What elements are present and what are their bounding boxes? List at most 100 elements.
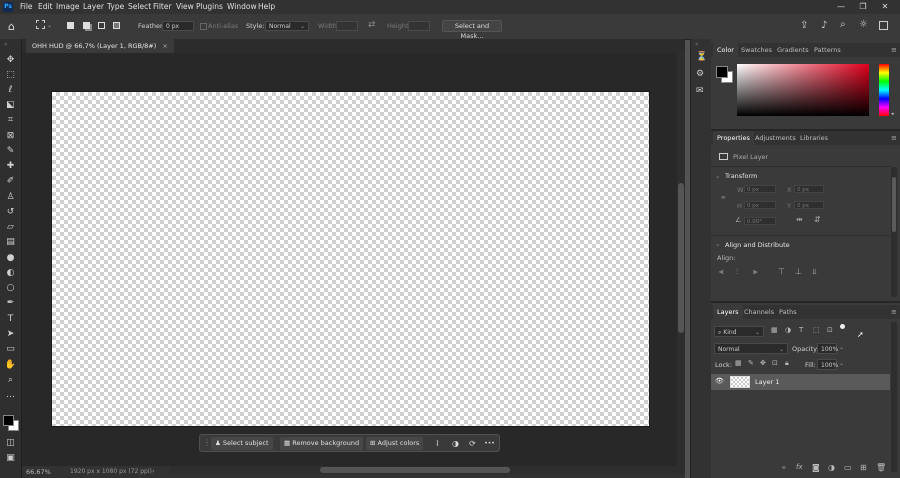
layers-scrollbar[interactable] — [891, 322, 897, 472]
properties-scroll-thumb[interactable] — [892, 177, 896, 232]
chevron-down-icon[interactable]: ⌄ — [715, 172, 720, 180]
maximize-button[interactable]: ❐ — [852, 0, 874, 14]
comments-icon[interactable]: ✉ — [696, 86, 704, 96]
vertical-scrollbar[interactable] — [677, 53, 685, 466]
close-tab-icon[interactable]: × — [162, 42, 167, 50]
select-and-mask-button[interactable]: Select and Mask... — [442, 20, 502, 40]
horizontal-scrollbar[interactable] — [170, 466, 685, 474]
link-layers-icon[interactable]: ⚭ — [781, 464, 787, 472]
select-subject-button[interactable]: ♟ Select subject — [211, 437, 273, 450]
width-input[interactable] — [336, 21, 358, 31]
zoom-icon[interactable]: ⌕ — [3, 374, 18, 386]
align-bottom-icon[interactable]: ⫫ — [812, 267, 817, 277]
lock-pixels-icon[interactable]: ✎ — [748, 359, 754, 367]
collapse-icon[interactable]: » — [4, 41, 8, 48]
discover-icon[interactable]: ☼ — [859, 19, 868, 30]
workspace-icon[interactable] — [879, 21, 888, 30]
tab-color[interactable]: Color — [713, 43, 738, 57]
type-icon[interactable]: T — [3, 313, 18, 325]
align-right-icon[interactable]: ⫸ — [753, 267, 758, 277]
menu-filter[interactable]: Filter — [153, 0, 172, 14]
subtract-selection-icon[interactable] — [98, 22, 105, 29]
crop-icon[interactable]: ⌗ — [3, 114, 18, 126]
rect-marquee-icon[interactable] — [36, 20, 45, 29]
lock-all-icon[interactable]: 🔒︎ — [785, 359, 789, 368]
transform-icon[interactable]: ⌇ — [431, 437, 444, 450]
height-field[interactable]: 0 px — [744, 201, 776, 209]
menu-help[interactable]: Help — [258, 0, 275, 14]
chevron-down-icon[interactable]: ⌄ — [839, 344, 844, 351]
new-selection-icon[interactable] — [67, 22, 74, 29]
lock-position-icon[interactable]: ✥ — [760, 359, 766, 367]
document-tab[interactable]: OHH HUD @ 66,7% (Layer 1, RGB/8#) × — [26, 39, 174, 53]
align-middle-icon[interactable]: ⊥ — [795, 267, 802, 276]
transform-section-title[interactable]: Transform — [725, 172, 757, 180]
layer-filter-select[interactable]: ⌕ Kind ⌄ — [714, 326, 764, 337]
horizontal-scroll-thumb[interactable] — [320, 467, 510, 473]
menu-window[interactable]: Window — [227, 0, 257, 14]
fill-input[interactable]: 100% — [817, 359, 838, 370]
tab-paths[interactable]: Paths — [779, 305, 797, 319]
hand-icon[interactable]: ✋ — [3, 359, 18, 371]
lock-transparency-icon[interactable]: ▦ — [735, 359, 742, 367]
stamp-icon[interactable]: ♙ — [3, 191, 18, 203]
tab-adjustments[interactable]: Adjustments — [755, 131, 796, 145]
angle-field[interactable]: 0.00° — [744, 217, 776, 225]
add-mask-icon[interactable]: ◙ — [812, 463, 820, 472]
intersect-selection-icon[interactable] — [113, 22, 120, 29]
status-menu-arrow[interactable]: › — [152, 467, 155, 475]
y-field[interactable]: 0 px — [794, 201, 824, 209]
link-icon[interactable]: ⚭ — [720, 193, 727, 202]
filter-type-icon[interactable]: T — [799, 326, 803, 334]
panel-menu-icon[interactable]: ≡ — [891, 134, 897, 142]
chevron-down-icon[interactable]: ⌄ — [47, 22, 52, 29]
align-left-icon[interactable]: ⫷ — [719, 267, 724, 277]
blur-icon[interactable]: ● — [3, 252, 18, 264]
eye-icon[interactable]: 👁︎ — [715, 377, 724, 385]
drag-handle-icon[interactable]: ⋮ — [203, 438, 211, 447]
close-window-button[interactable]: ✕ — [874, 0, 896, 14]
more-options-icon[interactable]: ••• — [483, 437, 496, 450]
search-icon[interactable]: ⌕ — [840, 19, 846, 30]
align-section-title[interactable]: Align and Distribute — [725, 241, 790, 249]
tab-swatches[interactable]: Swatches — [741, 43, 772, 57]
minimize-button[interactable]: — — [830, 0, 852, 14]
healing-icon[interactable]: ✚ — [3, 160, 18, 172]
align-top-icon[interactable]: ⊤ — [778, 267, 785, 276]
invert-icon[interactable]: ◑ — [449, 437, 462, 450]
layer-thumbnail[interactable] — [730, 376, 750, 388]
eyedropper-icon[interactable]: ✎ — [3, 145, 18, 157]
new-group-icon[interactable]: ▭ — [844, 463, 852, 472]
fx-icon[interactable]: fx — [796, 463, 803, 471]
vertical-scroll-thumb[interactable] — [678, 183, 684, 333]
menu-image[interactable]: Image — [56, 0, 80, 14]
add-selection-icon[interactable] — [83, 22, 90, 29]
remove-background-button[interactable]: ▦ Remove background — [280, 437, 364, 450]
menu-type[interactable]: Type — [107, 0, 124, 14]
flip-horizontal-icon[interactable]: ⇹ — [796, 215, 803, 224]
chevron-down-icon[interactable]: ⌄ — [839, 360, 844, 367]
tab-layers[interactable]: Layers — [713, 305, 743, 319]
share-icon[interactable]: ⇪ — [800, 20, 808, 31]
new-layer-icon[interactable]: ⊞ — [860, 463, 867, 472]
frame-icon[interactable]: ⊠ — [3, 130, 18, 142]
history-brush-icon[interactable]: ↺ — [3, 206, 18, 218]
menu-layer[interactable]: Layer — [83, 0, 104, 14]
foreground-color-swatch[interactable] — [3, 415, 14, 426]
more-tools-icon[interactable]: … — [3, 389, 18, 401]
opacity-input[interactable]: 100% — [817, 343, 838, 354]
history-icon[interactable]: ⏳ — [696, 52, 707, 62]
style-select[interactable]: Normal ⌄ — [265, 21, 309, 31]
menu-plugins[interactable]: Plugins — [196, 0, 223, 14]
foreground-color-chip[interactable] — [716, 66, 728, 78]
swap-icon[interactable]: ⇄ — [368, 20, 376, 30]
lock-artboard-icon[interactable]: ⊡ — [772, 359, 778, 367]
layer-row[interactable]: 👁︎ Layer 1 — [711, 374, 890, 390]
tab-channels[interactable]: Channels — [744, 305, 774, 319]
chevron-down-icon[interactable]: ⌄ — [715, 240, 720, 248]
tab-libraries[interactable]: Libraries — [800, 131, 828, 145]
home-icon[interactable]: ⌂ — [8, 20, 15, 33]
align-center-icon[interactable]: ⫶ — [736, 267, 738, 277]
height-input[interactable] — [408, 21, 430, 31]
eraser-icon[interactable]: ▱ — [3, 221, 18, 233]
